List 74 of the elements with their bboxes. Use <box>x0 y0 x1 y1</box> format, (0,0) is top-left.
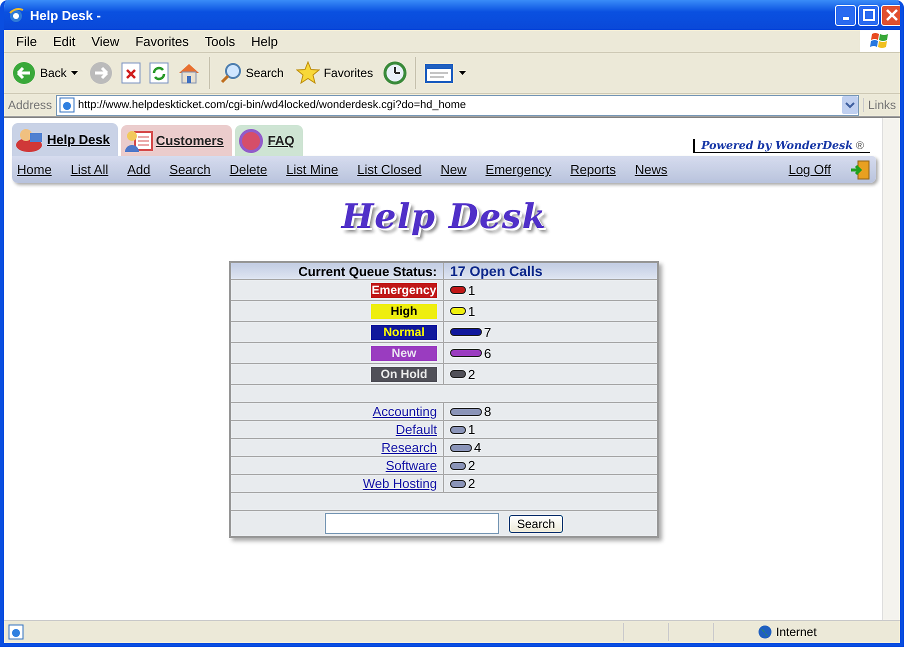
circle-icon <box>236 128 265 154</box>
search-field[interactable] <box>324 513 499 534</box>
nav-link[interactable]: List All <box>70 162 108 177</box>
ticket-count: 1 <box>468 304 476 318</box>
stop-icon[interactable] <box>120 62 141 84</box>
ticket-count: 2 <box>468 476 476 491</box>
nav-link[interactable]: Delete <box>230 162 268 177</box>
priority-badge[interactable]: On Hold <box>371 367 437 382</box>
help-desk-logo: Help Desk <box>341 197 547 237</box>
back-button[interactable]: Back <box>10 61 81 85</box>
page-icon <box>59 97 76 113</box>
edit-icon[interactable] <box>424 62 468 84</box>
menu-item[interactable]: File <box>8 34 45 48</box>
zone-label: Internet <box>776 625 818 639</box>
powered-by-text: Powered by WonderDesk ® <box>693 139 870 153</box>
menu-item[interactable]: Favorites <box>127 34 197 48</box>
windows-flag-icon <box>870 32 890 50</box>
search-button[interactable]: Search <box>218 62 286 84</box>
dropdown-icon[interactable] <box>842 96 858 114</box>
ticket-count: 6 <box>484 346 492 360</box>
menu-item[interactable]: View <box>83 34 128 48</box>
address-field[interactable]: http://www.helpdeskticket.com/cgi-bin/wd4locked/wonderdesk.cgi?do=hd_home <box>56 94 859 116</box>
caret-icon <box>70 70 79 76</box>
ticket-count: 2 <box>468 458 476 473</box>
links-button[interactable]: Links <box>862 98 900 112</box>
log-off-link[interactable]: Log Off <box>788 162 831 177</box>
history-icon[interactable] <box>383 61 408 85</box>
nav-link[interactable]: New <box>440 162 467 177</box>
minimize-icon <box>842 17 848 20</box>
search-icon <box>220 62 242 84</box>
close-icon <box>886 9 898 21</box>
ticket-count: 2 <box>468 366 476 382</box>
ticket-count: 1 <box>468 422 476 437</box>
priority-badge[interactable]: Normal <box>371 325 437 340</box>
star-icon <box>296 61 320 85</box>
nav-tab[interactable]: Customers <box>120 125 232 156</box>
person-computer-icon <box>14 126 44 152</box>
home-icon[interactable] <box>176 62 201 84</box>
minimize-button[interactable] <box>835 4 856 26</box>
ticket-count: 7 <box>484 324 492 340</box>
ticket-count: 8 <box>484 404 492 419</box>
priority-badge[interactable]: High <box>371 304 437 319</box>
browser-icon <box>8 7 24 23</box>
nav-link[interactable]: Home <box>17 162 52 177</box>
nav-link[interactable]: List Closed <box>357 162 422 177</box>
nav-link[interactable]: List Mine <box>286 162 338 177</box>
menu-item[interactable]: Edit <box>44 34 84 48</box>
priority-badge[interactable]: Emergency <box>371 283 437 298</box>
nav-tab[interactable]: FAQ <box>234 125 303 156</box>
department-link[interactable]: Default <box>396 422 437 437</box>
nav-link[interactable]: News <box>634 162 668 177</box>
nav-link[interactable]: Search <box>169 162 211 177</box>
exit-door-icon[interactable] <box>850 160 870 180</box>
maximize-button[interactable] <box>858 4 879 26</box>
menu-item[interactable]: Help <box>243 34 286 48</box>
queue-status-label: Current Queue Status: <box>230 262 444 280</box>
nav-link[interactable]: Emergency <box>486 162 552 177</box>
close-button[interactable] <box>881 4 900 26</box>
window-title: Help Desk - <box>30 8 101 22</box>
scrollbar[interactable] <box>882 118 900 620</box>
search-button[interactable]: Search <box>508 514 564 532</box>
globe-icon <box>758 625 772 639</box>
ticket-count: 4 <box>474 440 482 455</box>
nav-tab[interactable]: Help Desk <box>12 123 118 156</box>
address-label: Address <box>8 98 52 112</box>
menu-item[interactable]: Tools <box>196 34 244 48</box>
favorites-button[interactable]: Favorites <box>294 61 376 85</box>
priority-badge[interactable]: New <box>371 346 437 361</box>
nav-link[interactable]: Reports <box>570 162 616 177</box>
page-icon <box>8 624 24 640</box>
refresh-icon[interactable] <box>148 62 169 84</box>
maximize-icon <box>862 9 874 21</box>
nav-link[interactable]: Add <box>127 162 150 177</box>
ticket-count: 1 <box>468 282 476 298</box>
